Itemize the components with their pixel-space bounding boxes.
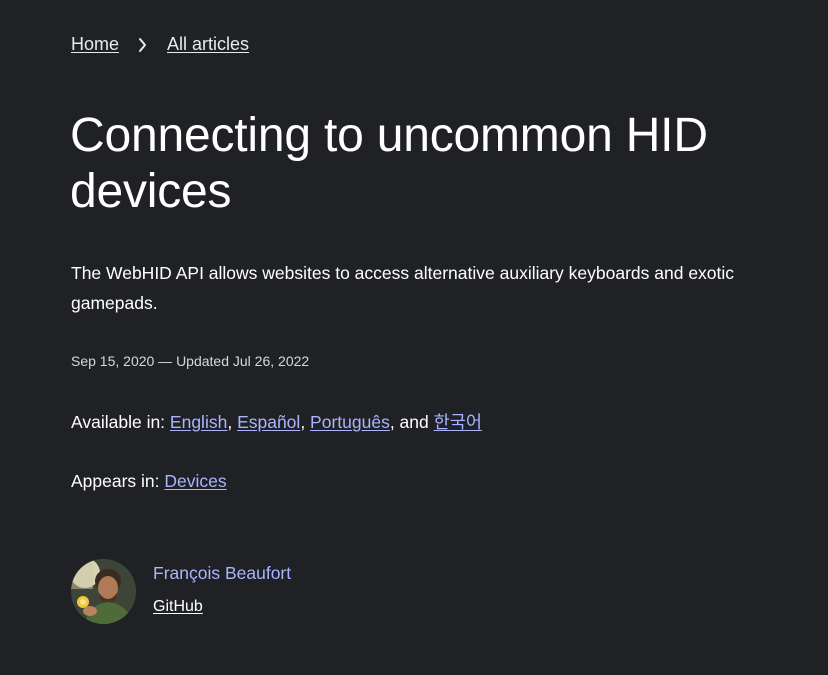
breadcrumb-home-link[interactable]: Home [71,33,119,55]
appears-prefix: Appears in: [71,471,165,491]
author-github-link[interactable]: GitHub [153,598,203,616]
breadcrumb: Home All articles [71,33,249,55]
topic-link-devices[interactable]: Devices [164,471,226,491]
author-name-link[interactable]: François Beaufort [153,563,291,584]
language-separator: , and [389,412,434,432]
chevron-right-icon [119,33,167,55]
language-link-english[interactable]: English [170,412,227,432]
breadcrumb-all-articles-link[interactable]: All articles [167,33,249,55]
article-description: The WebHID API allows websites to access… [71,263,735,313]
available-languages: Available in: English, Español, Portuguê… [71,409,482,434]
language-separator: , [300,412,311,432]
language-link-korean[interactable]: 한국어 [434,412,482,432]
language-link-portuguese[interactable]: Português [310,412,390,432]
avatar[interactable] [71,559,136,624]
languages-prefix: Available in: [71,412,170,432]
language-link-spanish[interactable]: Español [237,412,300,432]
language-separator: , [227,412,238,432]
page-title: Connecting to uncommon HID devices [70,109,708,218]
article-dates: Sep 15, 2020 — Updated Jul 26, 2022 [71,353,310,369]
appears-in: Appears in: Devices [71,471,227,492]
